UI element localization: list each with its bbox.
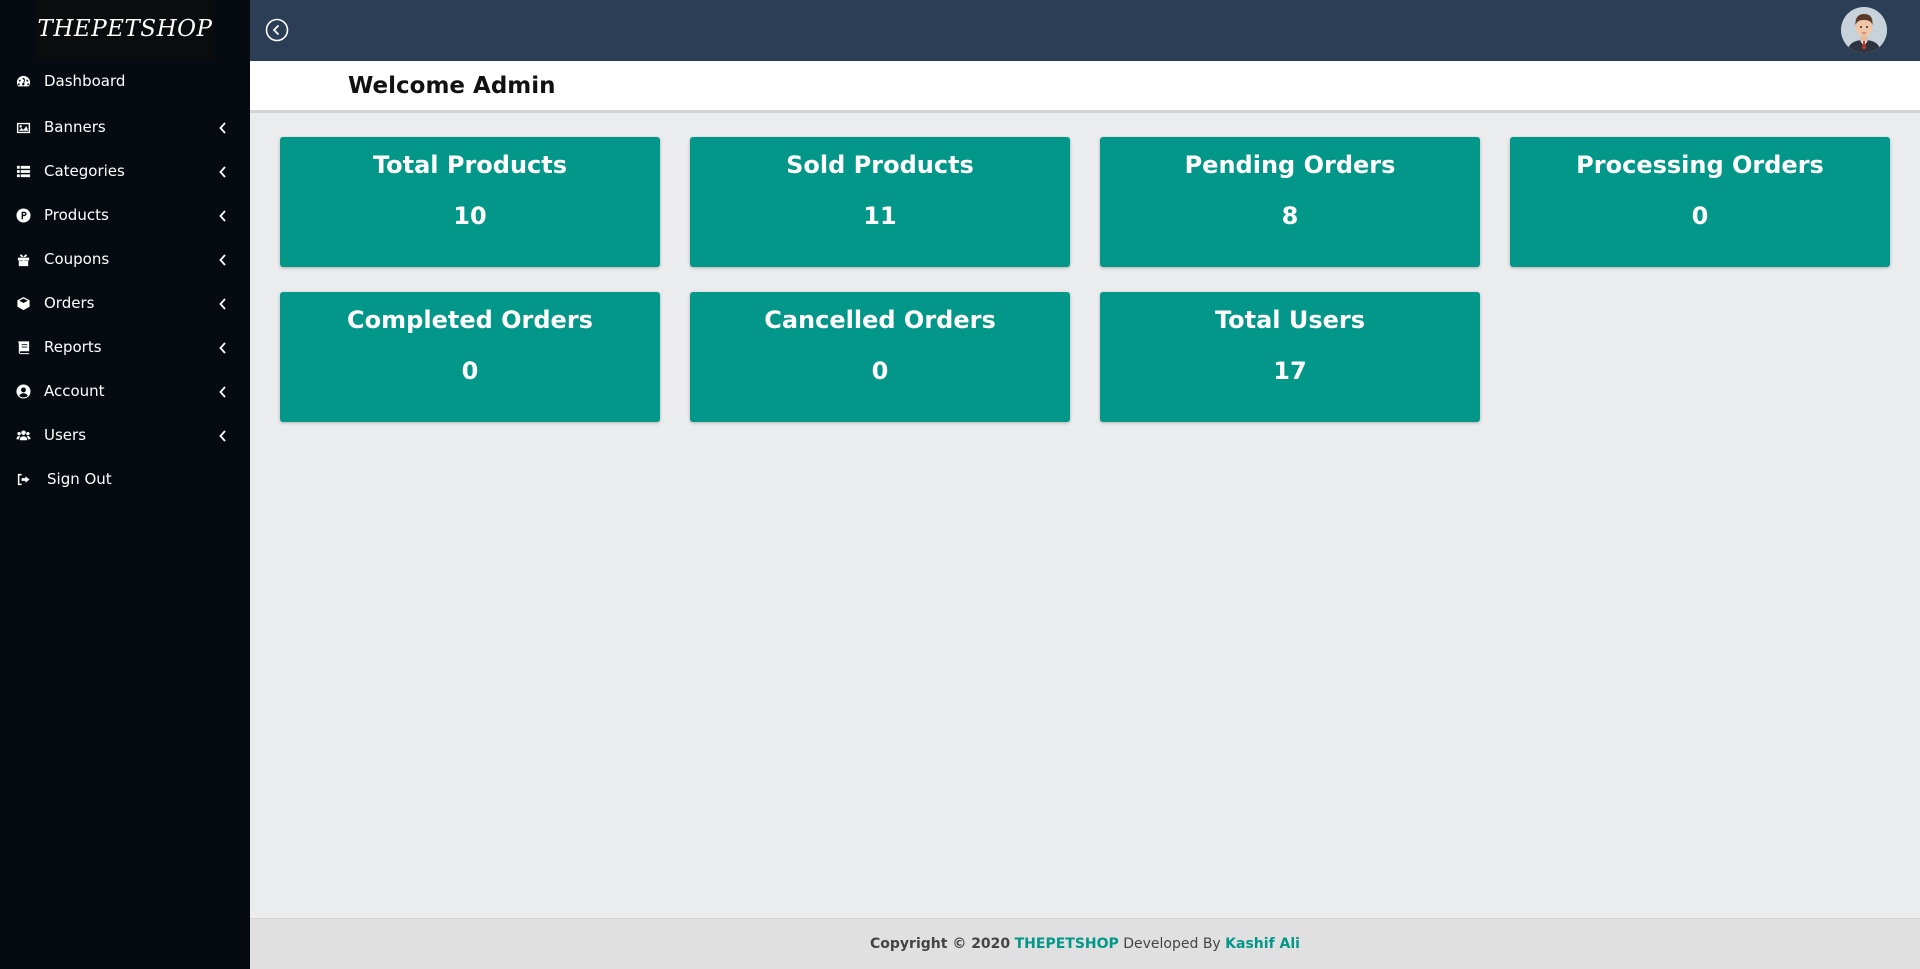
sidebar-item-coupons[interactable]: Coupons: [0, 237, 250, 281]
stat-card-value: 10: [453, 202, 487, 230]
sidebar-item-label: Dashboard: [44, 72, 126, 90]
sidebar-item-account[interactable]: Account: [0, 369, 250, 413]
gift-icon: [15, 251, 32, 268]
sign-out-icon: [15, 471, 32, 488]
stat-card-completed-orders[interactable]: Completed Orders 0: [280, 292, 660, 422]
footer: Copyright © 2020 THEPETSHOP Developed By…: [250, 918, 1920, 969]
dashboard-icon: [15, 73, 32, 90]
user-avatar[interactable]: [1841, 7, 1887, 53]
sidebar-item-label: Sign Out: [47, 470, 112, 488]
sidebar-item-label: Products: [44, 206, 109, 224]
chevron-left-icon: [218, 120, 230, 134]
sidebar-item-sign-out[interactable]: Sign Out: [0, 457, 250, 501]
sidebar-item-orders[interactable]: Orders: [0, 281, 250, 325]
stat-card-value: 17: [1273, 357, 1307, 385]
sidebar-item-label: Account: [44, 382, 105, 400]
sidebar-item-products[interactable]: Products: [0, 193, 250, 237]
stat-card-value: 0: [871, 357, 889, 385]
image-icon: [15, 119, 32, 136]
sidebar-item-label: Categories: [44, 162, 125, 180]
stat-card-total-users[interactable]: Total Users 17: [1100, 292, 1480, 422]
stat-card-title: Completed Orders: [347, 306, 593, 334]
box-icon: [15, 295, 32, 312]
sidebar-item-label: Reports: [44, 338, 102, 356]
sidebar-item-banners[interactable]: Banners: [0, 105, 250, 149]
footer-brand-link[interactable]: THEPETSHOP: [1015, 936, 1119, 952]
stat-card-title: Sold Products: [786, 151, 974, 179]
sidebar-item-label: Coupons: [44, 250, 110, 268]
footer-developer-link[interactable]: Kashif Ali: [1225, 936, 1300, 952]
page-title: Welcome Admin: [348, 73, 556, 99]
footer-copyright: Copyright © 2020: [870, 936, 1011, 952]
sidebar: THEPETSHOP Dashboard Banners Categories: [0, 0, 250, 969]
footer-developed-by: Developed By: [1123, 936, 1221, 952]
sidebar-item-label: Users: [44, 426, 87, 444]
stat-card-pending-orders[interactable]: Pending Orders 8: [1100, 137, 1480, 267]
stat-card-value: 8: [1281, 202, 1299, 230]
sidebar-item-label: Orders: [44, 294, 95, 312]
welcome-header: Welcome Admin: [250, 61, 1920, 113]
book-icon: [15, 339, 32, 356]
user-circle-icon: [15, 383, 32, 400]
stat-card-value: 11: [863, 202, 897, 230]
sidebar-item-categories[interactable]: Categories: [0, 149, 250, 193]
chevron-left-icon: [218, 252, 230, 266]
chevron-left-icon: [218, 340, 230, 354]
stat-card-value: 0: [461, 357, 479, 385]
stat-card-value: 0: [1691, 202, 1709, 230]
chevron-left-circle-icon[interactable]: [265, 18, 289, 42]
top-bar: [250, 0, 1920, 61]
list-icon: [15, 163, 32, 180]
stat-card-title: Total Users: [1214, 306, 1366, 334]
stat-card-processing-orders[interactable]: Processing Orders 0: [1510, 137, 1890, 267]
sidebar-item-users[interactable]: Users: [0, 413, 250, 457]
stat-card-total-products[interactable]: Total Products 10: [280, 137, 660, 267]
chevron-left-icon: [218, 384, 230, 398]
sidebar-item-reports[interactable]: Reports: [0, 325, 250, 369]
chevron-left-icon: [218, 296, 230, 310]
stat-card-title: Cancelled Orders: [764, 306, 996, 334]
sidebar-nav: Dashboard Banners Categories Products Co…: [0, 61, 250, 501]
stat-card-title: Pending Orders: [1184, 151, 1396, 179]
brand-name: THEPETSHOP: [37, 16, 213, 42]
stat-card-cancelled-orders[interactable]: Cancelled Orders 0: [690, 292, 1070, 422]
stat-card-title: Total Products: [372, 151, 568, 179]
chevron-left-icon: [218, 428, 230, 442]
chevron-left-icon: [218, 208, 230, 222]
users-icon: [15, 427, 32, 444]
stat-card-title: Processing Orders: [1576, 151, 1824, 179]
sidebar-item-dashboard[interactable]: Dashboard: [0, 61, 250, 101]
product-badge-icon: [15, 207, 32, 224]
sidebar-item-label: Banners: [44, 118, 106, 136]
stat-card-sold-products[interactable]: Sold Products 11: [690, 137, 1070, 267]
brand-logo[interactable]: THEPETSHOP: [36, 0, 214, 58]
chevron-left-icon: [218, 164, 230, 178]
